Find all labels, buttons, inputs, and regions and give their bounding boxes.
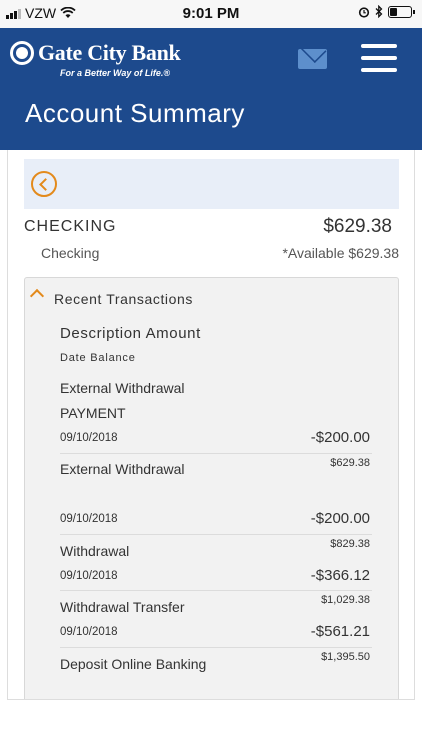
battery-icon: [388, 5, 415, 18]
status-bar: VZW 9:01 PM: [0, 0, 422, 28]
account-detail: CHECKING $629.38 Checking *Available $62…: [7, 150, 415, 700]
transaction-balance: $1,395.50: [321, 651, 370, 663]
column-header-description-amount: Description Amount: [60, 325, 201, 342]
recent-transactions-panel: Recent Transactions Description Amount D…: [24, 277, 399, 699]
transaction-balance: $829.38: [330, 538, 370, 550]
transaction-date: 09/10/2018: [60, 626, 118, 638]
battery-level: [390, 7, 397, 16]
transaction-date: 09/10/2018: [60, 513, 118, 525]
status-right: [358, 5, 415, 18]
transaction-description[interactable]: Withdrawal: [60, 539, 129, 564]
transaction-description[interactable]: Deposit Online Banking: [60, 652, 206, 677]
transaction-amount: -$200.00: [310, 429, 370, 446]
transaction-description[interactable]: Withdrawal Transfer: [60, 595, 184, 620]
row-divider: [60, 453, 372, 454]
recent-transactions-heading[interactable]: Recent Transactions: [54, 291, 193, 307]
app-header: Gate City Bank For a Better Way of Life.…: [0, 28, 422, 150]
account-type: Checking: [41, 245, 100, 261]
back-arrow-icon[interactable]: [31, 171, 57, 197]
column-header-date-balance: Date Balance: [60, 352, 136, 364]
alarm-icon: [358, 6, 370, 18]
account-balance: $629.38: [323, 216, 392, 237]
transaction-balance: $629.38: [330, 457, 370, 469]
transaction-amount: -$366.12: [310, 567, 370, 584]
logo-mark-icon: [10, 41, 34, 65]
available-balance: *Available $629.38: [282, 245, 399, 261]
row-divider: [60, 590, 372, 591]
account-name: CHECKING: [24, 218, 117, 235]
bank-logo[interactable]: Gate City Bank: [10, 40, 181, 66]
bluetooth-icon: [375, 5, 383, 18]
bank-tagline: For a Better Way of Life.®: [60, 68, 170, 78]
chevron-up-icon[interactable]: [29, 288, 45, 304]
row-divider: [60, 647, 372, 648]
row-divider: [60, 534, 372, 535]
transaction-balance: $1,029.38: [321, 594, 370, 606]
back-bar: [24, 159, 399, 209]
transaction-description[interactable]: External Withdrawal: [60, 376, 185, 401]
transaction-description-line2: PAYMENT: [60, 405, 126, 421]
page-title: Account Summary: [25, 98, 245, 128]
mail-icon[interactable]: [298, 49, 327, 69]
transaction-description[interactable]: External Withdrawal: [60, 457, 185, 482]
transaction-amount: -$200.00: [310, 510, 370, 527]
transaction-amount: -$561.21: [310, 623, 370, 640]
transaction-date: 09/10/2018: [60, 432, 118, 444]
transaction-date: 09/10/2018: [60, 570, 118, 582]
menu-icon[interactable]: [361, 44, 397, 72]
bank-name: Gate City Bank: [38, 40, 181, 65]
